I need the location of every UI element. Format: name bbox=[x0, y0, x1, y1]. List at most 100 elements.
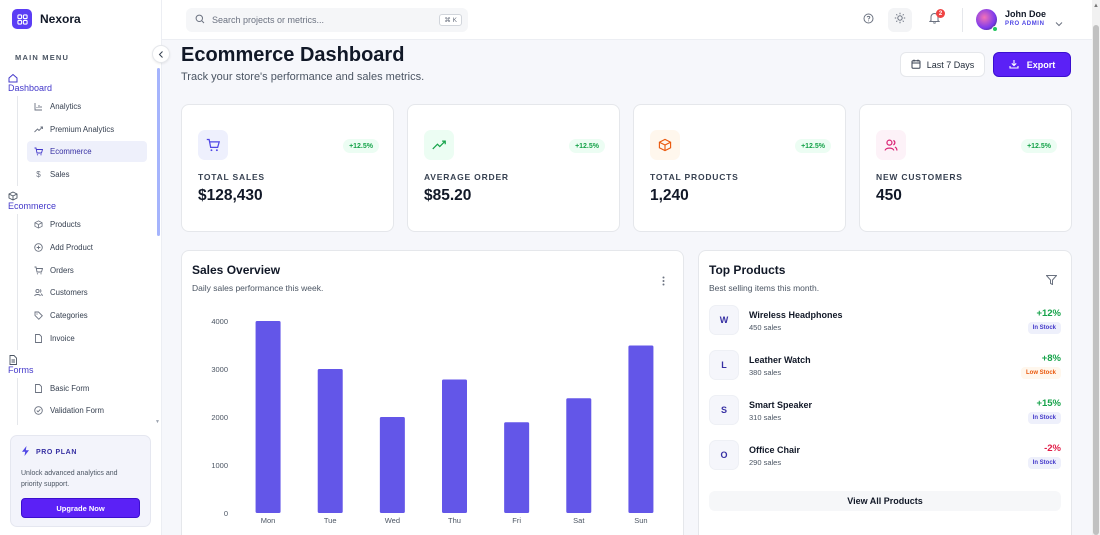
chart-bar-sun[interactable] bbox=[628, 345, 654, 513]
sidebar-item-label: Add Product bbox=[50, 243, 93, 252]
x-tick-label: Mon bbox=[261, 516, 276, 525]
sidebar-item-ecommerce[interactable]: Ecommerce bbox=[27, 141, 147, 162]
plus-circle-icon bbox=[34, 243, 43, 252]
search-shortcut: ⌘ K bbox=[439, 14, 462, 26]
sidebar-item-validation-form[interactable]: Validation Form bbox=[27, 400, 147, 421]
scroll-up-icon[interactable]: ▲ bbox=[1093, 3, 1099, 9]
sidebar-group-ecommerce[interactable]: Ecommerce bbox=[8, 201, 56, 211]
stat-value: $85.20 bbox=[424, 187, 472, 204]
sidebar-item-orders[interactable]: Orders bbox=[27, 260, 147, 281]
stat-change-badge: +12.5% bbox=[795, 139, 831, 153]
product-initial: S bbox=[709, 395, 739, 425]
product-change: +12% bbox=[1036, 308, 1061, 319]
sidebar-item-products[interactable]: Products bbox=[27, 214, 147, 235]
sidebar-nav: Dashboard Analytics Premium Analytics Ec… bbox=[0, 68, 155, 425]
bar-chart-icon bbox=[34, 102, 43, 111]
product-initial: O bbox=[709, 440, 739, 470]
sidebar-item-label: Invoice bbox=[50, 334, 75, 343]
chart-bar-thu[interactable] bbox=[442, 379, 467, 513]
sidebar-item-sales[interactable]: $ Sales bbox=[27, 164, 147, 185]
sidebar-item-analytics[interactable]: Analytics bbox=[27, 96, 147, 117]
file-icon bbox=[34, 334, 43, 343]
y-tick-label: 4000 bbox=[211, 317, 228, 326]
product-sales: 310 sales bbox=[749, 413, 782, 422]
sidebar-item-label: Orders bbox=[50, 266, 74, 275]
lightning-icon bbox=[21, 446, 30, 458]
chart-bar-sat[interactable] bbox=[566, 398, 592, 513]
filter-icon[interactable] bbox=[1045, 272, 1058, 290]
chart-bar-tue[interactable] bbox=[317, 369, 343, 513]
product-initial: L bbox=[709, 350, 739, 380]
stat-value: $128,430 bbox=[198, 187, 263, 204]
stat-change-badge: +12.5% bbox=[569, 139, 605, 153]
sidebar-item-premium-analytics[interactable]: Premium Analytics bbox=[27, 119, 147, 140]
page-scrollbar[interactable]: ▲ bbox=[1092, 0, 1100, 535]
product-sales: 290 sales bbox=[749, 458, 782, 467]
product-name: Wireless Headphones bbox=[749, 310, 843, 320]
x-tick-label: Tue bbox=[324, 516, 337, 525]
sidebar-item-basic-form[interactable]: Basic Form bbox=[27, 378, 147, 399]
product-change: +15% bbox=[1036, 398, 1061, 409]
user-role: PRO ADMIN bbox=[1005, 21, 1045, 27]
stat-label: TOTAL PRODUCTS bbox=[650, 172, 739, 182]
sidebar-group-forms[interactable]: Forms bbox=[8, 365, 34, 375]
stat-value: 1,240 bbox=[650, 187, 689, 204]
export-label: Export bbox=[1026, 59, 1056, 70]
notifications-button[interactable]: 2 bbox=[922, 8, 946, 32]
product-initial: W bbox=[709, 305, 739, 335]
sidebar-item-invoice[interactable]: Invoice bbox=[27, 328, 147, 349]
sidebar-item-label: Sales bbox=[50, 170, 70, 179]
status-badge: In Stock bbox=[1027, 412, 1061, 424]
stat-value: 450 bbox=[876, 187, 902, 204]
sidebar-item-label: Validation Form bbox=[50, 406, 105, 415]
grid-icon bbox=[12, 9, 32, 29]
file-icon bbox=[34, 384, 43, 393]
stat-card-average-order: +12.5% AVERAGE ORDER $85.20 bbox=[407, 104, 620, 232]
sidebar-item-customers[interactable]: Customers bbox=[27, 282, 147, 303]
sidebar-item-label: Products bbox=[50, 220, 81, 229]
view-all-products-button[interactable]: View All Products bbox=[709, 491, 1061, 511]
theme-toggle-button[interactable] bbox=[888, 8, 912, 32]
collapse-sidebar-button[interactable] bbox=[152, 45, 170, 63]
sidebar-item-label: Categories bbox=[50, 311, 88, 320]
user-name[interactable]: John Doe bbox=[1005, 9, 1046, 19]
y-tick-label: 0 bbox=[224, 509, 228, 518]
search-box[interactable]: ⌘ K bbox=[186, 8, 468, 32]
notification-count-badge: 2 bbox=[936, 9, 945, 18]
sidebar: Nexora MAIN MENU Dashboard Analytics Pre… bbox=[0, 0, 162, 535]
stat-card-total-products: +12.5% TOTAL PRODUCTS 1,240 bbox=[633, 104, 846, 232]
status-badge: In Stock bbox=[1027, 457, 1061, 469]
list-item[interactable]: L Leather Watch 380 sales +8% Low Stock bbox=[709, 350, 1061, 382]
pro-plan-description: Unlock advanced analytics and priority s… bbox=[21, 470, 118, 488]
sidebar-item-add-product[interactable]: Add Product bbox=[27, 237, 147, 258]
sidebar-item-categories[interactable]: Categories bbox=[27, 305, 147, 326]
help-button[interactable] bbox=[856, 8, 880, 32]
search-input[interactable] bbox=[212, 15, 432, 25]
list-item[interactable]: S Smart Speaker 310 sales +15% In Stock bbox=[709, 395, 1061, 427]
stat-card-total-sales: +12.5% TOTAL SALES $128,430 bbox=[181, 104, 394, 232]
product-sales: 450 sales bbox=[749, 323, 782, 332]
sidebar-item-label: Basic Form bbox=[50, 384, 90, 393]
date-range-button[interactable]: Last 7 Days bbox=[900, 52, 985, 77]
scroll-down-icon[interactable]: ▼ bbox=[155, 419, 160, 425]
status-badge: Low Stock bbox=[1020, 367, 1061, 379]
stat-change-badge: +12.5% bbox=[343, 139, 379, 153]
cart-icon bbox=[198, 130, 228, 160]
chevron-down-icon[interactable] bbox=[1055, 14, 1063, 32]
sidebar-scrollbar[interactable] bbox=[157, 68, 160, 236]
list-item[interactable]: W Wireless Headphones 450 sales +12% In … bbox=[709, 305, 1061, 337]
box-icon bbox=[650, 130, 680, 160]
sidebar-group-dashboard[interactable]: Dashboard bbox=[8, 83, 52, 93]
pro-plan-card: PRO PLAN Unlock advanced analytics and p… bbox=[10, 435, 151, 527]
brand[interactable]: Nexora bbox=[12, 9, 81, 29]
chart-bar-fri[interactable] bbox=[504, 422, 530, 513]
stat-label: AVERAGE ORDER bbox=[424, 172, 509, 182]
stat-label: NEW CUSTOMERS bbox=[876, 172, 963, 182]
chart-bar-wed[interactable] bbox=[379, 417, 405, 513]
list-item[interactable]: O Office Chair 290 sales -2% In Stock bbox=[709, 440, 1061, 472]
upgrade-button[interactable]: Upgrade Now bbox=[21, 498, 140, 518]
chart-bar-mon[interactable] bbox=[255, 321, 281, 513]
top-bar: ⌘ K 2 John Doe PRO ADMIN bbox=[162, 0, 1092, 40]
x-tick-label: Sun bbox=[634, 516, 647, 525]
export-button[interactable]: Export bbox=[993, 52, 1071, 77]
